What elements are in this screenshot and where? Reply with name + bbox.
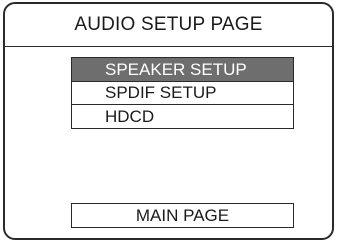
menu-item-label: SPDIF SETUP — [105, 83, 217, 102]
main-page-button[interactable]: MAIN PAGE — [71, 203, 294, 228]
page-title: AUDIO SETUP PAGE — [5, 4, 332, 47]
setup-menu: SPEAKER SETUP SPDIF SETUP HDCD — [71, 57, 294, 129]
menu-item-label: HDCD — [105, 106, 155, 126]
menu-item-label: SPEAKER SETUP — [105, 59, 247, 79]
menu-item-speaker-setup[interactable]: SPEAKER SETUP — [71, 57, 294, 82]
main-page-label: MAIN PAGE — [135, 205, 230, 225]
menu-item-hdcd[interactable]: HDCD — [71, 104, 294, 129]
audio-setup-panel: AUDIO SETUP PAGE SPEAKER SETUP SPDIF SET… — [3, 2, 334, 240]
menu-item-spdif-setup[interactable]: SPDIF SETUP — [71, 80, 294, 106]
